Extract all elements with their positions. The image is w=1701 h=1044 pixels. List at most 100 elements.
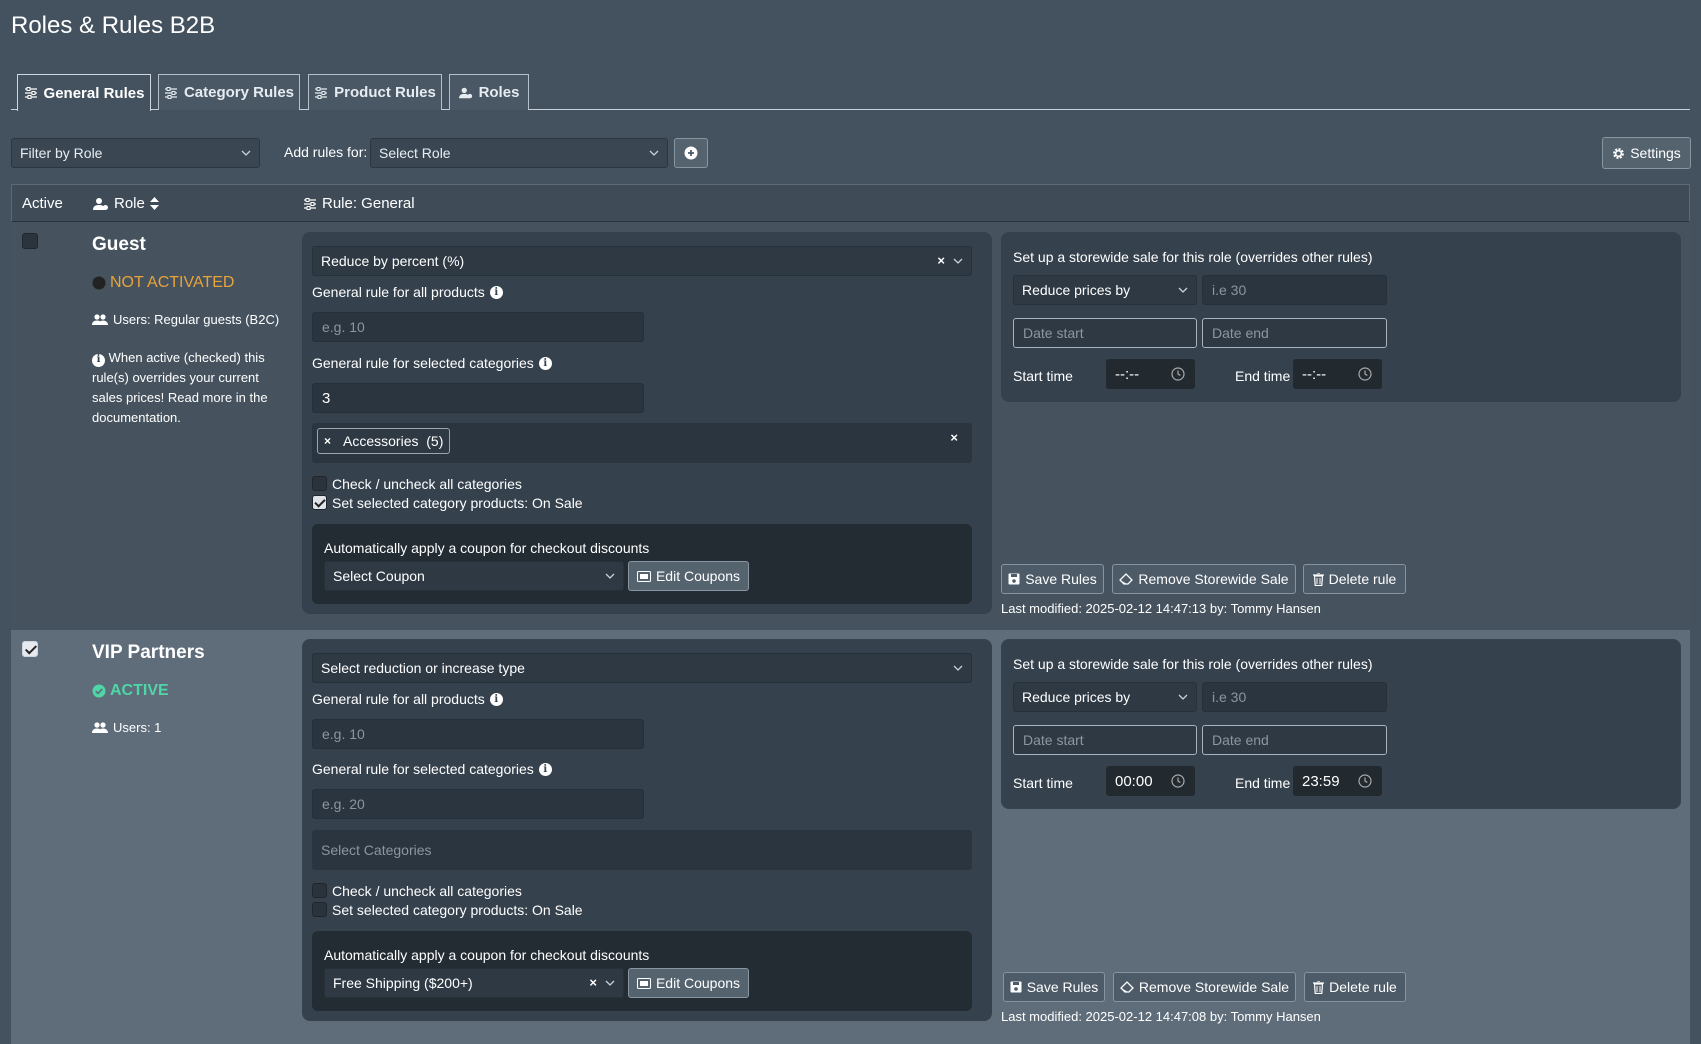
check-circle-icon: [92, 684, 106, 698]
clock-icon: [1358, 367, 1372, 381]
tab-product-rules[interactable]: Product Rules: [308, 74, 442, 110]
sort-icon: [149, 197, 159, 210]
end-time-label: End time: [1235, 775, 1291, 791]
storewide-title: Set up a storewide sale for this role (o…: [1013, 249, 1373, 265]
storewide-type-select[interactable]: Reduce prices by: [1013, 275, 1197, 305]
tab-label: Product Rules: [334, 84, 436, 101]
storewide-type-select[interactable]: Reduce prices by: [1013, 682, 1197, 712]
plus-circle-icon: [684, 146, 698, 160]
chevron-down-icon: [605, 573, 615, 579]
trash-icon: [1312, 572, 1324, 586]
delete-rule-button[interactable]: Delete rule: [1304, 972, 1406, 1002]
clear-icon[interactable]: ×: [937, 253, 945, 268]
user-gear-icon: [458, 86, 473, 100]
reduction-type-select[interactable]: Select reduction or increase type: [312, 653, 972, 683]
save-icon: [1010, 981, 1022, 993]
chevron-down-icon: [953, 258, 963, 264]
tab-label: Roles: [478, 84, 520, 101]
end-time-input[interactable]: 23:59: [1293, 766, 1382, 796]
storewide-panel: Set up a storewide sale for this role (o…: [1001, 639, 1681, 809]
select-role-select[interactable]: Select Role: [370, 138, 668, 168]
start-time-input[interactable]: --:--: [1106, 359, 1195, 389]
col-role-header[interactable]: Role: [93, 195, 159, 212]
rule-panel: Select reduction or increase type Genera…: [302, 639, 992, 1021]
users-icon: [92, 313, 108, 325]
general-cat-label: General rule for selected categories i: [312, 761, 552, 777]
coupon-select[interactable]: Select Coupon: [324, 561, 624, 591]
info-icon[interactable]: i: [489, 285, 503, 299]
save-icon: [1008, 573, 1020, 585]
remove-storewide-sale-button[interactable]: Remove Storewide Sale: [1112, 564, 1296, 594]
info-icon[interactable]: i: [538, 762, 552, 776]
role-name: VIP Partners: [92, 642, 205, 663]
clear-icon[interactable]: ×: [589, 975, 597, 990]
date-end-input[interactable]: Date end: [1202, 725, 1387, 755]
start-time-input[interactable]: 00:00: [1106, 766, 1195, 796]
remove-storewide-sale-button[interactable]: Remove Storewide Sale: [1113, 972, 1296, 1002]
clear-icon[interactable]: ×: [950, 430, 958, 445]
date-end-input[interactable]: Date end: [1202, 318, 1387, 348]
check-all-checkbox[interactable]: [312, 476, 327, 491]
status-badge: ACTIVE: [92, 682, 169, 700]
general-cat-input[interactable]: e.g. 20: [312, 789, 644, 819]
add-role-button[interactable]: [674, 138, 708, 168]
clock-icon: [1358, 774, 1372, 788]
role-name: Guest: [92, 234, 146, 255]
active-checkbox[interactable]: [22, 233, 38, 249]
trash-icon: [1313, 980, 1325, 994]
categories-select[interactable]: Select Categories: [312, 830, 972, 870]
table-row: VIP Partners ACTIVE Users: 1 Select redu…: [11, 630, 1690, 1044]
storewide-amount-input[interactable]: i.e 30: [1202, 275, 1387, 305]
info-icon[interactable]: i: [538, 356, 552, 370]
coupon-section: Automatically apply a coupon for checkou…: [312, 524, 972, 604]
coupon-label: Automatically apply a coupon for checkou…: [324, 947, 650, 963]
category-tag: × Accessories (5): [317, 428, 451, 454]
date-start-input[interactable]: Date start: [1013, 318, 1197, 348]
filter-by-role-select[interactable]: Filter by Role: [11, 138, 260, 168]
on-sale-checkbox[interactable]: [312, 902, 327, 917]
tab-label: General Rules: [43, 84, 145, 102]
clock-icon: [1171, 774, 1185, 788]
users-info: Users: 1: [92, 720, 161, 735]
check-all-checkbox[interactable]: [312, 883, 327, 898]
on-sale-checkbox[interactable]: [312, 495, 327, 510]
storewide-title: Set up a storewide sale for this role (o…: [1013, 656, 1373, 672]
users-info: Users: Regular guests (B2C): [92, 312, 279, 327]
edit-coupons-button[interactable]: Edit Coupons: [628, 968, 749, 998]
info-icon[interactable]: i: [489, 692, 503, 706]
tab-bar: General Rules Category Rules Product Rul…: [11, 74, 1690, 111]
ticket-icon: [636, 570, 651, 582]
tab-category-rules[interactable]: Category Rules: [158, 74, 300, 110]
storewide-panel: Set up a storewide sale for this role (o…: [1001, 232, 1681, 402]
tab-label: Category Rules: [183, 84, 295, 101]
save-rules-button[interactable]: Save Rules: [1001, 564, 1104, 594]
edit-coupons-button[interactable]: Edit Coupons: [628, 561, 749, 591]
circle-icon: [92, 276, 106, 290]
eraser-icon: [1119, 981, 1134, 993]
delete-rule-button[interactable]: Delete rule: [1303, 564, 1406, 594]
users-icon: [92, 721, 108, 733]
info-note: i When active (checked) this rule(s) ove…: [92, 350, 268, 425]
gear-icon: [1613, 147, 1625, 159]
tab-roles[interactable]: Roles: [449, 74, 529, 110]
chevron-down-icon: [605, 980, 615, 986]
coupon-select[interactable]: Free Shipping ($200+) ×: [324, 968, 624, 998]
settings-button[interactable]: Settings: [1602, 137, 1691, 169]
chevron-down-icon: [1178, 287, 1188, 293]
save-rules-button[interactable]: Save Rules: [1003, 972, 1105, 1002]
general-all-input[interactable]: e.g. 10: [312, 312, 644, 342]
clock-icon: [1171, 367, 1185, 381]
general-cat-input[interactable]: 3: [312, 383, 644, 413]
start-time-label: Start time: [1013, 775, 1073, 791]
storewide-amount-input[interactable]: i.e 30: [1202, 682, 1387, 712]
general-all-input[interactable]: e.g. 10: [312, 719, 644, 749]
last-modified: Last modified: 2025-02-12 14:47:08 by: T…: [1001, 1009, 1321, 1024]
categories-select[interactable]: × Accessories (5) ×: [312, 423, 972, 463]
reduction-type-select[interactable]: Reduce by percent (%) ×: [312, 246, 972, 276]
sliders-icon: [314, 86, 328, 100]
end-time-input[interactable]: --:--: [1293, 359, 1382, 389]
tab-general-rules[interactable]: General Rules: [17, 74, 151, 111]
date-start-input[interactable]: Date start: [1013, 725, 1197, 755]
active-checkbox[interactable]: [22, 641, 38, 657]
remove-tag-icon[interactable]: ×: [324, 434, 331, 448]
